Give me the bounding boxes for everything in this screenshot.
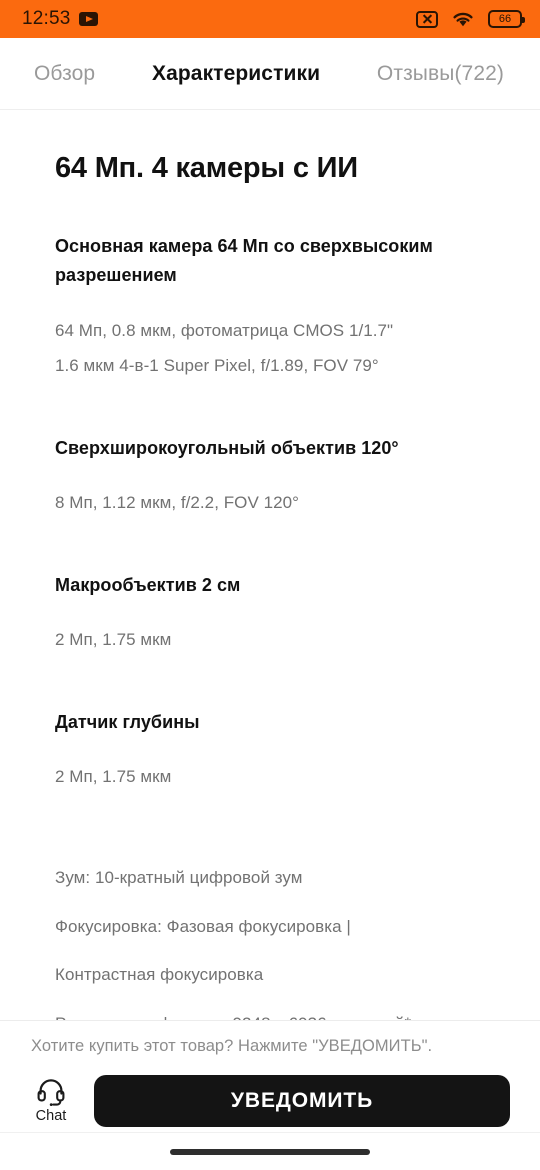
spec-section-depth: Датчик глубины 2 Мп, 1.75 мкм [55,708,485,795]
action-row: Chat УВЕДОМИТЬ [0,1070,540,1132]
promo-note: Хотите купить этот товар? Нажмите "УВЕДО… [31,1037,433,1055]
notify-button[interactable]: УВЕДОМИТЬ [94,1075,510,1127]
bottom-action-bar: Хотите купить этот товар? Нажмите "УВЕДО… [0,1020,540,1132]
wifi-icon [451,10,475,28]
tab-specifications[interactable]: Характеристики [152,62,320,86]
chat-label: Chat [35,1108,67,1124]
app-screen: 12:53 66 Обзор Характеристики Отзывы(722… [0,0,540,1170]
section-line: 1.6 мкм 4-в-1 Super Pixel, f/1.89, FOV 7… [55,356,379,376]
extra-spec-item: Контрастная фокусировка [55,965,264,985]
section-heading: Сверхширокоугольный объектив 120° [55,437,399,458]
section-line: 2 Мп, 1.75 мкм [55,629,172,649]
status-time: 12:53 [22,8,71,29]
tab-reviews[interactable]: Отзывы(722) [377,62,504,86]
extra-spec-item: Зум: 10-кратный цифровой зум [55,868,303,888]
home-indicator[interactable] [170,1148,370,1155]
no-sim-icon [416,10,438,28]
battery-icon: 66 [488,10,525,28]
status-bar-left: 12:53 [22,8,98,30]
section-line: 8 Мп, 1.12 мкм, f/2.2, FOV 120° [55,493,299,513]
tab-bar: Обзор Характеристики Отзывы(722) [0,38,540,110]
system-nav-bar [0,1132,540,1170]
youtube-play-icon [78,12,98,26]
specs-content: 64 Мп. 4 камеры с ИИ Основная камера 64 … [0,110,540,1020]
spec-section-macro: Макрообъектив 2 см 2 Мп, 1.75 мкм [55,571,485,658]
battery-level: 66 [498,12,512,25]
tab-overview[interactable]: Обзор [34,62,95,86]
section-heading: Основная камера 64 Мп со сверхвысоким ра… [55,236,433,286]
chat-button[interactable]: Chat [20,1078,82,1124]
section-heading: Датчик глубины [55,711,200,732]
status-bar-right: 66 [416,10,525,28]
extra-spec-item: Фокусировка: Фазовая фокусировка | [55,916,351,936]
page-title: 64 Мп. 4 камеры с ИИ [55,152,358,184]
headset-icon [36,1078,66,1106]
extra-spec-item: Разрешение фото: до 9248 x 6936 пикселей… [55,1000,485,1020]
section-line: 2 Мп, 1.75 мкм [55,766,172,786]
section-heading: Макрообъектив 2 см [55,574,241,595]
extra-specs-list: Зум: 10-кратный цифровой зум Фокусировка… [55,854,485,1020]
status-bar: 12:53 66 [0,0,540,38]
spec-section-ultrawide: Сверхширокоугольный объектив 120° 8 Мп, … [55,434,485,521]
section-line: 64 Мп, 0.8 мкм, фотоматрица CMOS 1/1.7" [55,320,394,340]
spec-section-main-camera: Основная камера 64 Мп со сверхвысоким ра… [55,232,485,384]
